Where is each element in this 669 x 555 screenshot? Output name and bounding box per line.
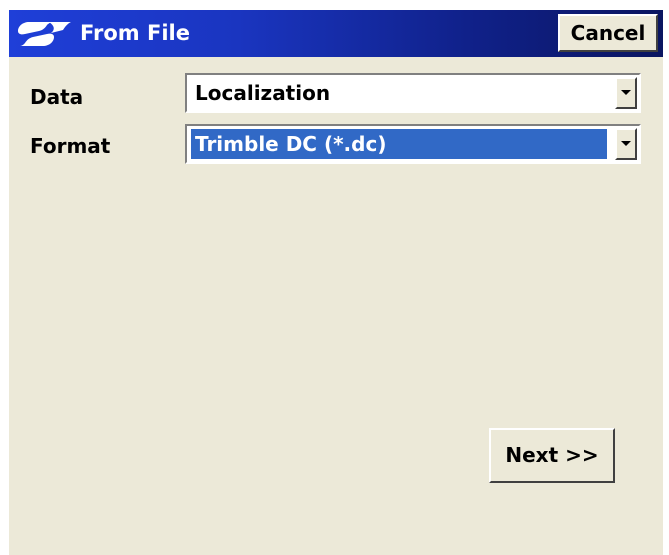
data-dropdown-button[interactable] [615,77,637,109]
data-select[interactable]: Localization [185,73,641,113]
data-select-value: Localization [195,81,331,105]
chevron-down-icon [621,141,631,146]
window-title: From File [80,21,190,45]
format-label: Format [30,134,111,158]
format-select-field: Trimble DC (*.dc) [191,129,607,159]
data-select-field: Localization [187,75,611,111]
format-select[interactable]: Trimble DC (*.dc) [185,124,641,164]
title-bar: From File Cancel [9,10,663,57]
chevron-down-icon [621,90,631,95]
trimble-logo-icon [15,18,75,50]
next-button[interactable]: Next >> [489,428,615,483]
cancel-button[interactable]: Cancel [558,14,658,52]
data-label: Data [30,85,84,109]
format-select-value: Trimble DC (*.dc) [195,132,387,156]
from-file-dialog: From File Cancel Data Localization Forma… [9,10,663,555]
format-dropdown-button[interactable] [615,128,637,160]
